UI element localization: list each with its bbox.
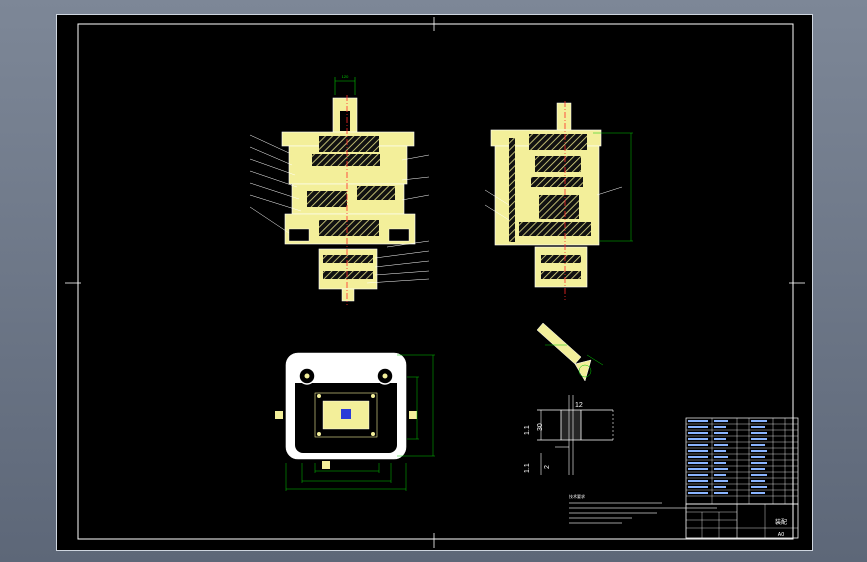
side-view bbox=[484, 101, 633, 300]
detail-dim-2: 2 bbox=[544, 465, 551, 469]
parts-list-cell-text bbox=[688, 420, 767, 494]
title-block: 装配 A0 bbox=[685, 503, 799, 539]
drawing-sheet: 120 12 30 1.1 1.1 2 技术要求 装配 A0 bbox=[56, 14, 813, 551]
detail-dim-30: 30 bbox=[537, 423, 544, 431]
angled-detail bbox=[536, 322, 604, 382]
detail-dim-1-1-top: 1.1 bbox=[524, 425, 531, 435]
front-view: 120 bbox=[249, 74, 430, 305]
plan-view bbox=[275, 352, 435, 491]
notes-title: 技术要求 bbox=[569, 493, 585, 499]
technical-notes: 技术要求 bbox=[569, 493, 717, 524]
parts-list-rows bbox=[686, 418, 798, 504]
front-top-dim-label: 120 bbox=[342, 74, 349, 79]
detail-dim-1-1-bottom: 1.1 bbox=[524, 463, 531, 473]
parts-list bbox=[685, 417, 799, 505]
title-block-drawing-title: 装配 bbox=[775, 518, 787, 526]
drawing-canvas: 120 12 30 1.1 1.1 2 技术要求 装配 A0 bbox=[65, 17, 805, 548]
detail-dim-12: 12 bbox=[575, 402, 583, 409]
detail-view: 12 30 1.1 1.1 2 bbox=[524, 395, 614, 475]
title-block-scale: A0 bbox=[778, 532, 785, 538]
